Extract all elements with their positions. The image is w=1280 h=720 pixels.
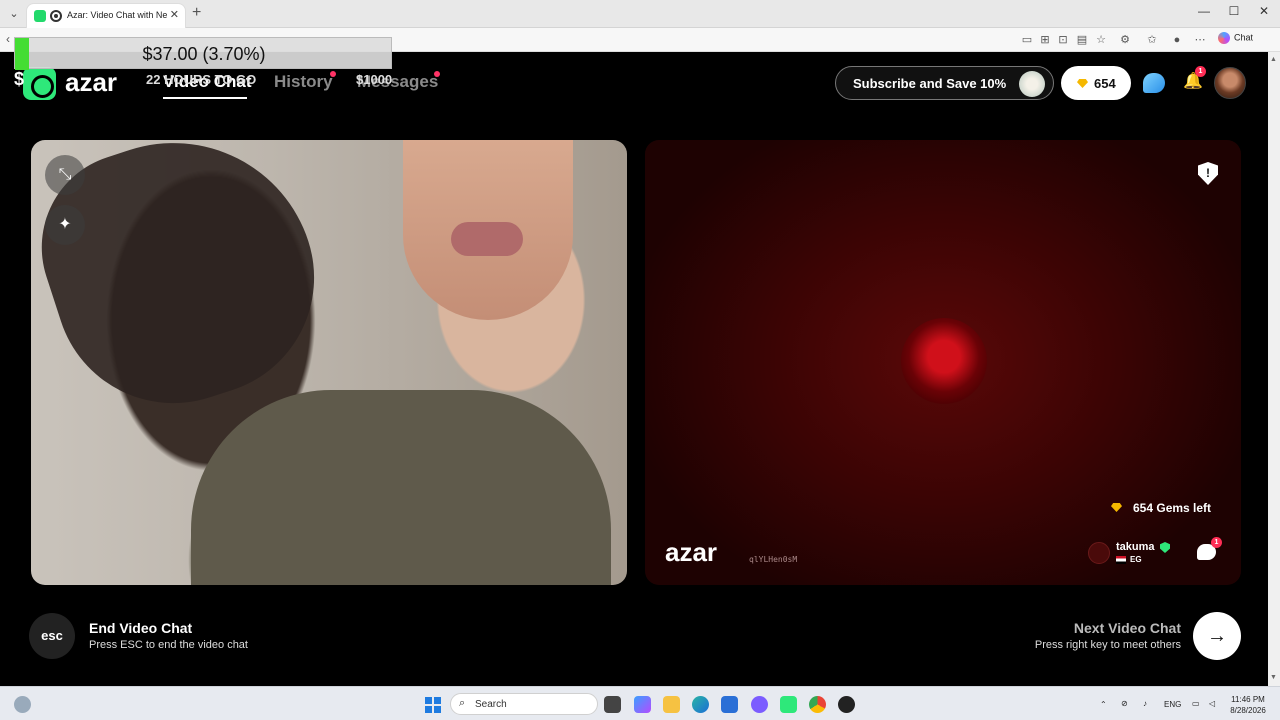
discord-icon[interactable] <box>751 696 768 713</box>
subscribe-label: Subscribe and Save 10% <box>853 76 1007 91</box>
self-video-lips <box>451 222 523 256</box>
new-tab-button[interactable]: + <box>192 4 201 22</box>
history-notification-dot <box>330 71 336 77</box>
extensions-icon[interactable]: ⚙ <box>1118 33 1132 47</box>
gems-left-label: 654 Gems left <box>1133 501 1212 515</box>
language-indicator[interactable]: ENG <box>1164 700 1181 709</box>
gems-balance-button[interactable]: 654 <box>1061 66 1131 100</box>
edge-browser-icon[interactable] <box>692 696 709 713</box>
widgets-icon[interactable] <box>14 696 31 713</box>
reader-icon[interactable]: ▤ <box>1075 33 1089 47</box>
apps-icon[interactable]: ⊞ <box>1038 33 1052 47</box>
volume-icon[interactable]: ◁ <box>1209 699 1215 708</box>
network-icon[interactable]: ⊘ <box>1121 699 1128 708</box>
copilot-taskbar-icon[interactable] <box>634 696 651 713</box>
flower-icon <box>1019 71 1045 97</box>
partner-name[interactable]: takuma <box>1116 541 1155 553</box>
overlay-dollar-sign: $ <box>14 69 25 89</box>
clock-date[interactable]: 8/28/2026 <box>1226 706 1270 715</box>
clock-time[interactable]: 11:46 PM <box>1228 695 1268 704</box>
maximize-button[interactable]: ☐ <box>1224 4 1244 18</box>
overlay-hours-remaining: 22 HOURS TO GO <box>146 72 257 87</box>
donation-progress-overlay: $37.00 (3.70%) <box>14 37 392 70</box>
subscribe-button[interactable]: Subscribe and Save 10% <box>835 66 1054 100</box>
egypt-flag-icon <box>1116 556 1126 564</box>
next-arrow-button[interactable]: → <box>1193 612 1241 660</box>
partner-video: ! 654 Gems left azar qlYLHen0sM takuma E… <box>645 140 1241 585</box>
display-icon[interactable]: ▭ <box>1192 699 1200 708</box>
tab-title: Azar: Video Chat with New Pe <box>67 10 167 20</box>
store-icon[interactable] <box>721 696 738 713</box>
window-close-button[interactable]: ✕ <box>1254 4 1274 18</box>
brand-name[interactable]: azar <box>65 67 117 98</box>
windows-start-icon[interactable] <box>425 697 441 713</box>
browser-tab-bar: ⌄ Azar: Video Chat with New Pe ✕ + — ☐ ✕ <box>0 0 1280 28</box>
end-video-chat-hint: Press ESC to end the video chat <box>89 639 248 651</box>
self-video-shirt <box>191 390 611 585</box>
azar-taskbar-icon[interactable] <box>780 696 797 713</box>
profile-icon[interactable]: ● <box>1170 33 1184 47</box>
camera-icon[interactable]: ▭ <box>1020 33 1034 47</box>
gems-count: 654 <box>1094 76 1116 91</box>
bell-badge: 1 <box>1195 66 1206 77</box>
taskbar-search[interactable]: ⌕ Search <box>450 693 598 715</box>
magic-wand-effects-icon[interactable]: ✦ <box>45 205 85 245</box>
azar-app: azar $ Video Chat History Messages 22 HO… <box>3 52 1268 686</box>
browser-tab-azar[interactable]: Azar: Video Chat with New Pe ✕ <box>26 3 186 28</box>
favorite-star-icon[interactable]: ☆ <box>1094 33 1108 47</box>
screenshot-icon[interactable]: ⊡ <box>1056 33 1070 47</box>
tray-chevron-icon[interactable]: ⌃ <box>1100 700 1107 709</box>
azar-logo-icon[interactable] <box>23 67 56 100</box>
partner-country: EG <box>1130 555 1142 564</box>
tab-close-icon[interactable]: ✕ <box>170 8 179 21</box>
azar-watermark: azar <box>665 537 718 567</box>
partner-avatar[interactable] <box>1088 542 1110 564</box>
self-video: ⤡ ✦ <box>31 140 627 585</box>
copilot-icon <box>1218 32 1230 44</box>
gem-icon-small <box>1111 503 1122 512</box>
scroll-up-icon[interactable]: ▲ <box>1270 56 1277 63</box>
next-video-chat-hint: Press right key to meet others <box>1034 639 1181 651</box>
obs-icon[interactable] <box>838 696 855 713</box>
taskbar: ⌕ Search ⌃ ⊘ ♪ ENG ▭ ◁ 11:46 PM 8/28/202… <box>0 686 1280 720</box>
end-chat-esc-button[interactable]: esc <box>29 613 75 659</box>
search-label: Search <box>475 699 507 710</box>
message-badge: 1 <box>1211 537 1222 548</box>
watermark-id: qlYLHen0sM <box>749 555 798 564</box>
search-icon: ⌕ <box>459 697 466 709</box>
overlay-goal: $1000 <box>356 72 393 87</box>
task-view-icon[interactable] <box>604 696 621 713</box>
scrollbar[interactable]: ▲ ▼ <box>1268 52 1280 686</box>
screen: ⌄ Azar: Video Chat with New Pe ✕ + — ☐ ✕… <box>0 0 1280 720</box>
back-arrow-icon[interactable]: ‹ <box>6 32 10 46</box>
chat-label: Chat <box>1234 32 1254 43</box>
copilot-chat-button[interactable]: Chat <box>1218 32 1253 44</box>
file-explorer-icon[interactable] <box>663 696 680 713</box>
mic-icon[interactable]: ♪ <box>1143 699 1147 708</box>
chat-bubble-icon[interactable] <box>1143 73 1165 93</box>
nav-history[interactable]: History <box>274 72 333 92</box>
tab-list-chevron-icon[interactable]: ⌄ <box>6 6 22 22</box>
partner-profile-image <box>901 318 987 404</box>
verified-badge-icon <box>1160 542 1170 553</box>
nav-active-underline <box>163 97 247 99</box>
end-video-chat-title[interactable]: End Video Chat <box>89 620 192 636</box>
scroll-down-icon[interactable]: ▼ <box>1270 674 1277 681</box>
recording-icon <box>50 10 62 22</box>
minimize-video-icon[interactable]: ⤡ <box>45 155 85 195</box>
minimize-button[interactable]: — <box>1194 4 1214 18</box>
messages-notification-dot <box>434 71 440 77</box>
report-shield-icon[interactable]: ! <box>1198 162 1218 185</box>
chrome-icon[interactable] <box>809 696 826 713</box>
gem-icon <box>1077 79 1088 88</box>
collections-icon[interactable]: ✩ <box>1145 33 1159 47</box>
more-options-icon[interactable]: ⋯ <box>1193 33 1207 47</box>
next-video-chat-title[interactable]: Next Video Chat <box>1074 620 1181 636</box>
user-avatar[interactable] <box>1214 67 1246 99</box>
azar-favicon-icon <box>34 10 46 22</box>
donation-amount: $37.00 (3.70%) <box>142 44 266 64</box>
